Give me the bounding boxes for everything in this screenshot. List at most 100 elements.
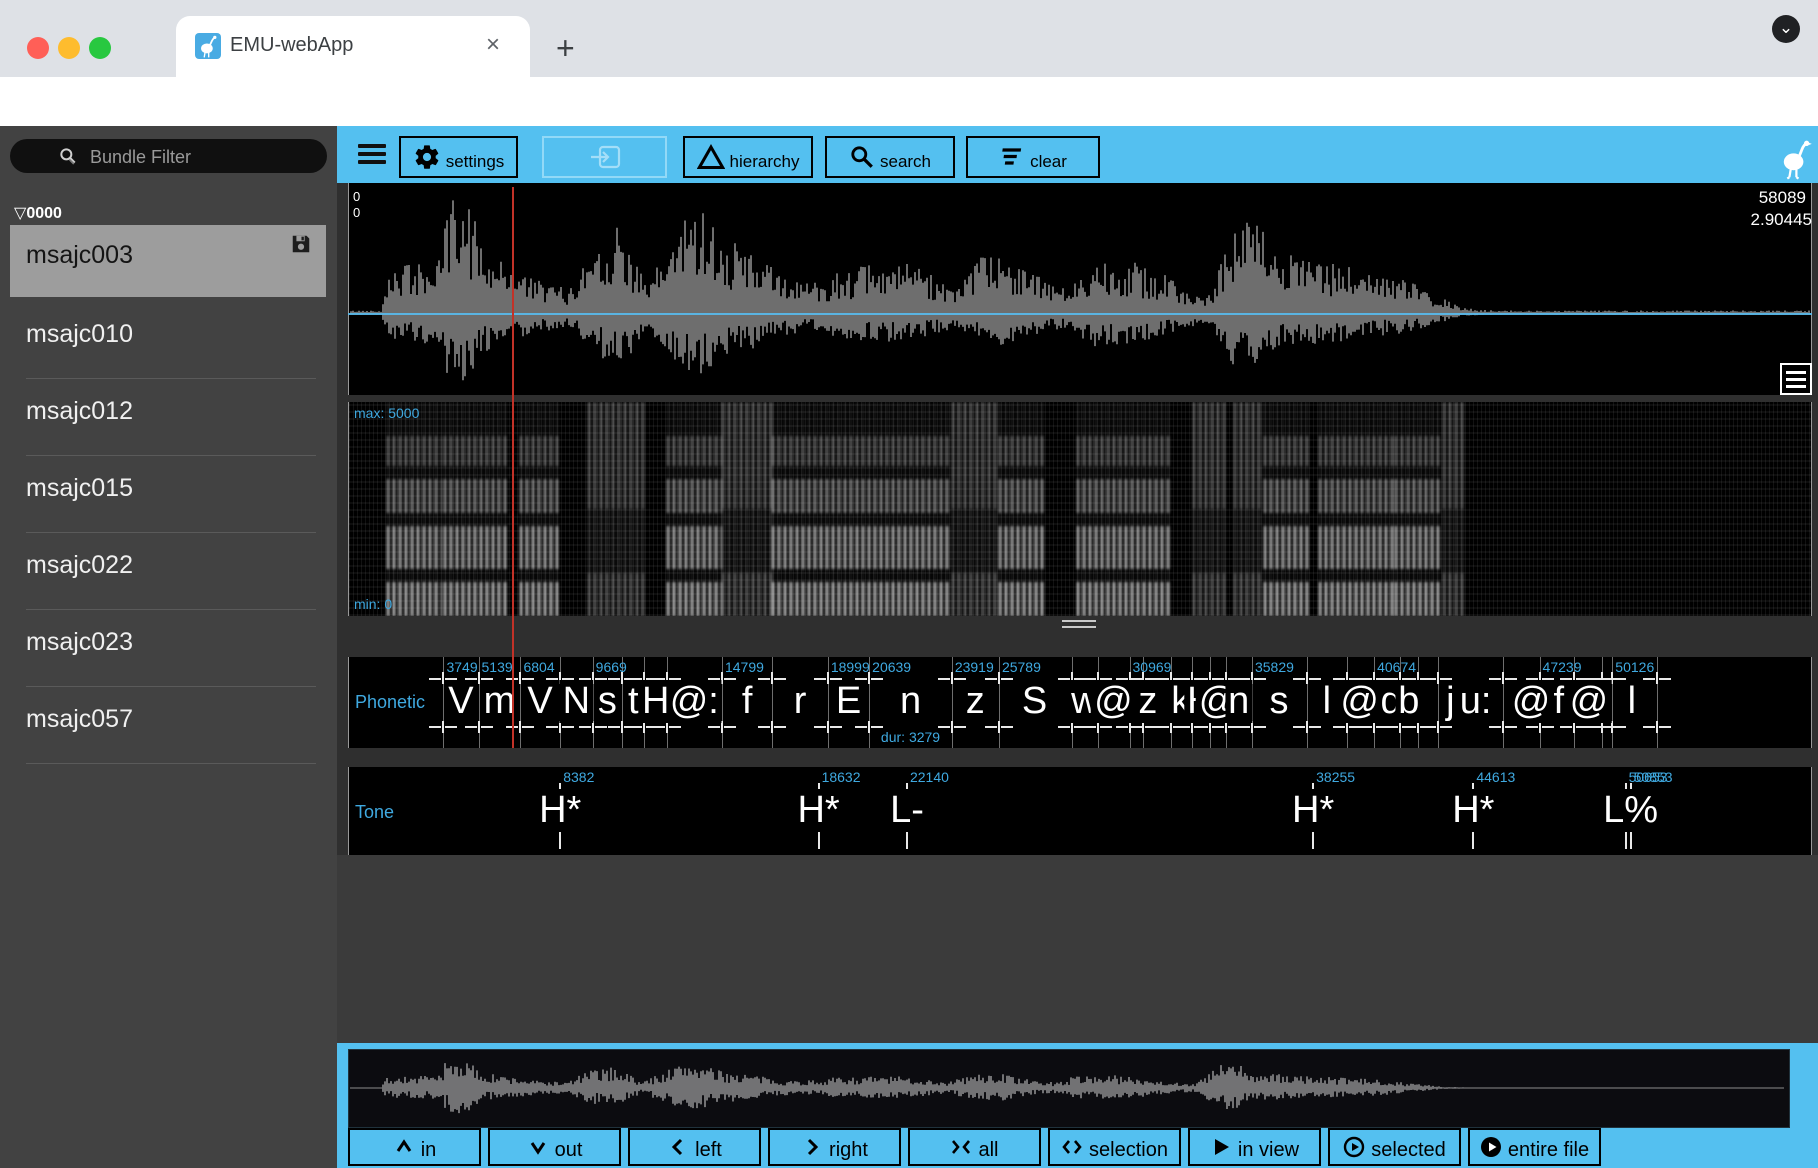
- segment-end-tick: [855, 726, 867, 728]
- bundle-item-msajc003[interactable]: msajc003: [10, 225, 326, 297]
- clear-button[interactable]: clear: [966, 136, 1100, 178]
- tone-event-label[interactable]: H*: [1447, 789, 1499, 832]
- tab-favicon-emu-icon: [194, 32, 222, 60]
- transport-right-button[interactable]: right: [768, 1128, 901, 1166]
- tone-event-label[interactable]: L-: [885, 789, 929, 832]
- transport-label: selection: [1089, 1139, 1168, 1164]
- save-icon[interactable]: [290, 233, 312, 255]
- bundle-group-header[interactable]: ▽0000: [14, 203, 62, 223]
- bundle-item-msajc023[interactable]: msajc023: [0, 610, 337, 687]
- browser-tab[interactable]: EMU-webApp ×: [176, 16, 530, 77]
- phonetic-segment[interactable]: S: [1019, 680, 1050, 723]
- phonetic-segment[interactable]: l: [1625, 680, 1639, 723]
- bundle-name: msajc015: [26, 474, 133, 503]
- transport-in-view-button[interactable]: in view: [1188, 1128, 1321, 1166]
- phonetic-segment[interactable]: s: [1266, 680, 1291, 723]
- search-button[interactable]: search: [825, 136, 955, 178]
- tone-event-label[interactable]: L%: [1598, 789, 1663, 832]
- segment-end-tick: [1560, 726, 1572, 728]
- phonetic-segment[interactable]: s: [595, 680, 620, 723]
- bundle-item-msajc022[interactable]: msajc022: [0, 533, 337, 610]
- phonetic-segment[interactable]: N: [560, 680, 593, 723]
- segment-end-tick: [608, 726, 620, 728]
- segment-start-tick: [1145, 726, 1157, 728]
- phonetic-segment[interactable]: @: [1567, 680, 1612, 723]
- phonetic-segment[interactable]: E: [833, 680, 864, 723]
- segment-boundary[interactable]: [772, 657, 773, 748]
- bundle-filter[interactable]: [10, 139, 327, 173]
- overview-minimap[interactable]: [348, 1049, 1790, 1128]
- osci-menu-button[interactable]: [1780, 363, 1812, 395]
- phonetic-segment[interactable]: @: [1337, 680, 1382, 723]
- settings-button[interactable]: settings: [399, 136, 518, 178]
- phonetic-segment[interactable]: u:: [1457, 680, 1495, 723]
- transport-selection-button[interactable]: selection: [1048, 1128, 1181, 1166]
- transport-left-button[interactable]: left: [628, 1128, 761, 1166]
- phonetic-segment[interactable]: @:: [667, 680, 722, 723]
- phonetic-segment[interactable]: n: [897, 680, 924, 723]
- phonetic-tier[interactable]: 3749513968049669147991899920639239192578…: [348, 657, 1812, 748]
- chevrons-out-icon: [1061, 1136, 1083, 1158]
- phonetic-segment[interactable]: f: [1550, 680, 1567, 723]
- transport-selected-button[interactable]: selected: [1328, 1128, 1461, 1166]
- transport-all-button[interactable]: all: [908, 1128, 1041, 1166]
- phonetic-segment[interactable]: b: [1395, 680, 1422, 723]
- transport-in-button[interactable]: in: [348, 1128, 481, 1166]
- tone-tier[interactable]: 8382H*18632H*22140L-38255H*44613H*50653L…: [348, 767, 1812, 855]
- phonetic-segment[interactable]: f: [739, 680, 756, 723]
- phonetic-segment[interactable]: l: [1320, 680, 1334, 723]
- segment-start-tick: [1309, 726, 1321, 728]
- hierarchy-button[interactable]: hierarchy: [683, 136, 813, 178]
- tone-event-sample-number: 38255: [1316, 769, 1355, 785]
- bundle-name: msajc023: [26, 628, 133, 657]
- tab-search-button[interactable]: ⌄: [1772, 15, 1800, 43]
- segment-boundary[interactable]: [520, 657, 521, 748]
- oscillogram-view[interactable]: [348, 183, 1812, 395]
- tone-event-label[interactable]: H*: [792, 789, 844, 832]
- bundle-item-msajc012[interactable]: msajc012: [0, 379, 337, 456]
- segment-boundary[interactable]: [1503, 657, 1504, 748]
- spectrogram-view[interactable]: [348, 402, 1812, 616]
- tone-event-label[interactable]: H*: [1287, 789, 1339, 832]
- tab-close-icon[interactable]: ×: [486, 31, 500, 59]
- spectrogram-energy-band: [952, 573, 999, 616]
- spectrogram-energy-band: [1193, 509, 1226, 573]
- resize-handle[interactable]: [1062, 620, 1096, 632]
- bundle-item-msajc057[interactable]: msajc057: [0, 687, 337, 764]
- phonetic-segment[interactable]: j: [1443, 680, 1457, 723]
- segment-boundary[interactable]: [1612, 657, 1613, 748]
- new-tab-button[interactable]: +: [556, 30, 575, 67]
- phonetic-segment[interactable]: V: [445, 680, 476, 723]
- segment-boundary[interactable]: [828, 657, 829, 748]
- segment-end-tick: [1116, 726, 1128, 728]
- segment-boundary[interactable]: [479, 657, 480, 748]
- phonetic-segment[interactable]: z: [963, 680, 988, 723]
- segment-boundary[interactable]: [1307, 657, 1308, 748]
- bundle-filter-input[interactable]: [88, 145, 312, 169]
- segment-boundary[interactable]: [1438, 657, 1439, 748]
- bundle-item-msajc015[interactable]: msajc015: [0, 456, 337, 533]
- bundle-item-msajc010[interactable]: msajc010: [0, 302, 337, 379]
- phonetic-segment[interactable]: V: [524, 680, 555, 723]
- phonetic-segment[interactable]: n: [1225, 680, 1252, 723]
- segment-stub: [519, 672, 521, 684]
- phonetic-segment[interactable]: @: [1509, 680, 1554, 723]
- window-minimize-button[interactable]: [58, 37, 80, 59]
- segment-end-tick: [758, 726, 770, 728]
- segment-boundary[interactable]: [1657, 657, 1658, 748]
- phonetic-segment[interactable]: z: [1135, 680, 1160, 723]
- window-close-button[interactable]: [27, 37, 49, 59]
- phonetic-segment[interactable]: @: [1091, 680, 1136, 723]
- segment-boundary[interactable]: [999, 657, 1000, 748]
- segment-boundary[interactable]: [952, 657, 953, 748]
- tone-event-label[interactable]: H*: [534, 789, 586, 832]
- segment-end-tick: [1643, 678, 1655, 680]
- segment-boundary[interactable]: [722, 657, 723, 748]
- segment-end-tick: [938, 678, 950, 680]
- menu-hamburger-icon[interactable]: [358, 140, 386, 168]
- transport-out-button[interactable]: out: [488, 1128, 621, 1166]
- phonetic-segment[interactable]: r: [791, 680, 810, 723]
- segment-end-tick: [1424, 678, 1436, 680]
- transport-entire-file-button[interactable]: entire file: [1468, 1128, 1601, 1166]
- window-zoom-button[interactable]: [89, 37, 111, 59]
